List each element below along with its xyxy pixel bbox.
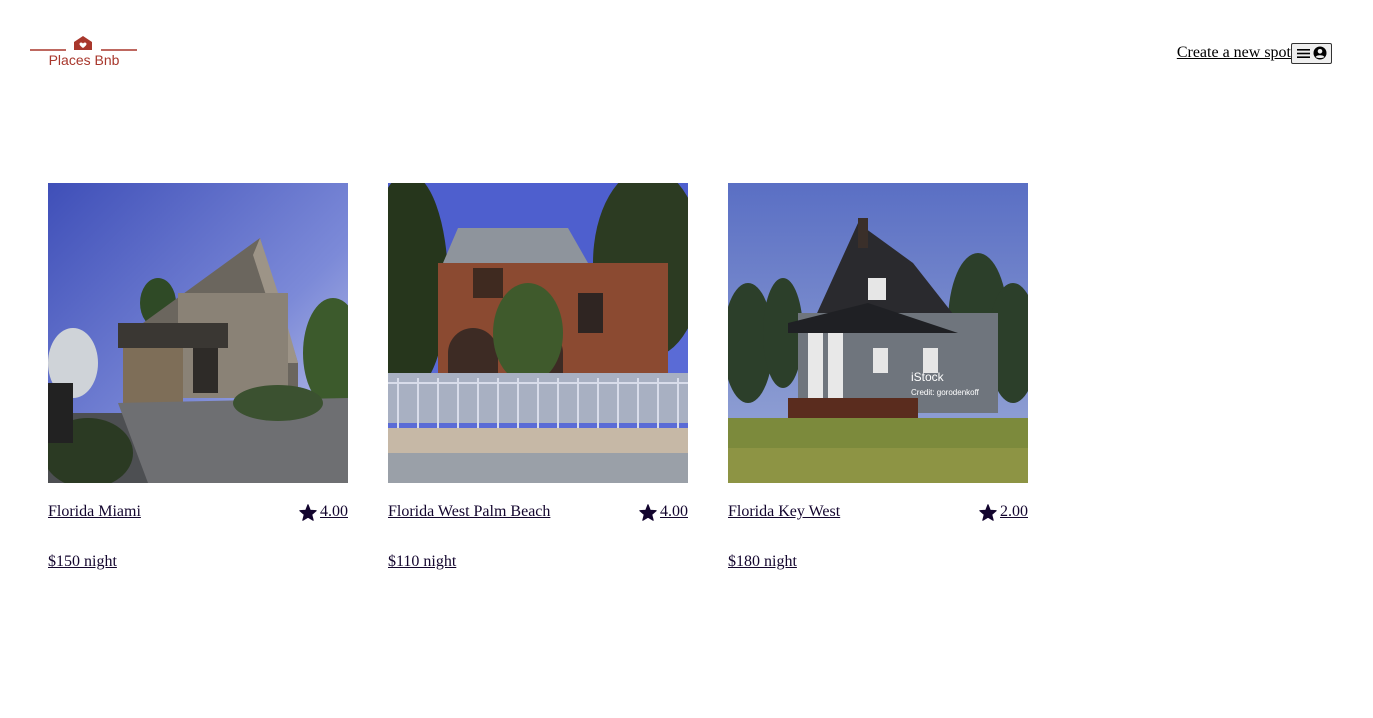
spot-price[interactable]: $110 night xyxy=(388,553,456,570)
svg-text:Credit: gorodenkoff: Credit: gorodenkoff xyxy=(911,388,980,397)
spot-info-row: Florida West Palm Beach 4.00 xyxy=(388,502,688,522)
header-actions: Create a new spot xyxy=(1177,42,1332,64)
user-circle-icon xyxy=(1313,46,1327,60)
spot-rating-value: 4.00 xyxy=(660,503,688,520)
star-icon xyxy=(979,503,997,521)
spot-price[interactable]: $150 night xyxy=(48,553,117,570)
spot-price[interactable]: $180 night xyxy=(728,553,797,570)
spot-title[interactable]: Florida Key West xyxy=(728,502,840,522)
spot-info-row: Florida Key West 2.00 xyxy=(728,502,1028,522)
spot-image[interactable] xyxy=(388,183,688,483)
profile-menu-button[interactable] xyxy=(1291,42,1332,64)
spot-image[interactable]: iStock Credit: gorodenkoff xyxy=(728,183,1028,483)
spot-rating[interactable]: 4.00 xyxy=(639,502,688,522)
spot-card[interactable]: Florida West Palm Beach 4.00 $110 night xyxy=(388,183,688,572)
spot-title[interactable]: Florida West Palm Beach xyxy=(388,502,550,522)
hamburger-icon xyxy=(1296,48,1310,59)
svg-text:iStock: iStock xyxy=(911,370,945,384)
spot-card[interactable]: iStock Credit: gorodenkoff Florida Key W… xyxy=(728,183,1028,572)
spot-image[interactable] xyxy=(48,183,348,483)
spot-info-row: Florida Miami 4.00 xyxy=(48,502,348,522)
create-new-spot-link[interactable]: Create a new spot xyxy=(1177,43,1291,63)
star-icon xyxy=(639,503,657,521)
spot-rating-value: 2.00 xyxy=(1000,503,1028,520)
spot-rating[interactable]: 4.00 xyxy=(299,502,348,522)
spots-grid: Florida Miami 4.00 $150 night Florida We… xyxy=(48,183,1028,572)
top-header: Places Bnb Create a new spot xyxy=(0,0,1373,106)
spot-rating[interactable]: 2.00 xyxy=(979,502,1028,522)
spot-price-row: $110 night xyxy=(388,552,688,572)
places-bnb-logo[interactable]: Places Bnb xyxy=(30,35,138,69)
spot-rating-value: 4.00 xyxy=(320,503,348,520)
spot-price-row: $150 night xyxy=(48,552,348,572)
star-icon xyxy=(299,503,317,521)
spot-price-row: $180 night xyxy=(728,552,1028,572)
svg-text:Places Bnb: Places Bnb xyxy=(49,52,120,68)
spot-title[interactable]: Florida Miami xyxy=(48,502,141,522)
spot-card[interactable]: Florida Miami 4.00 $150 night xyxy=(48,183,348,572)
